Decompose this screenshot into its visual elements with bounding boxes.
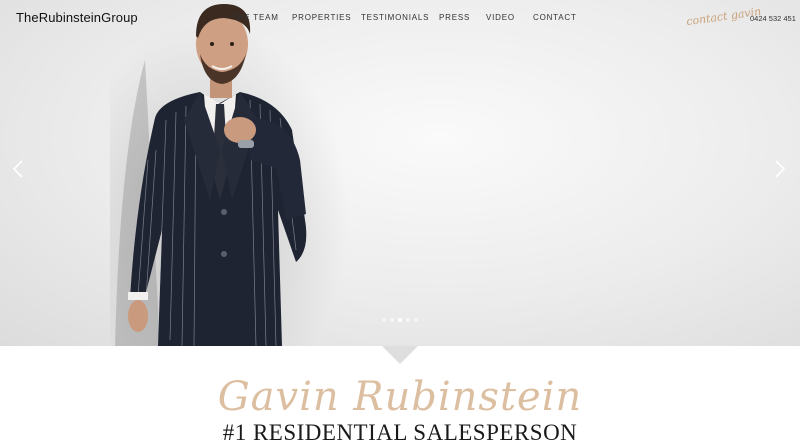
- hero-photo-man-in-suit: [115, 4, 307, 346]
- slider-pagination: [382, 318, 418, 322]
- site-logo[interactable]: TheRubinsteinGroup: [16, 10, 138, 25]
- phone-number[interactable]: 0424 532 451: [750, 14, 796, 23]
- signature-name: Gavin Rubinstein: [217, 374, 583, 420]
- nav-item-press[interactable]: PRESS: [439, 13, 486, 22]
- nav-item-the-team[interactable]: THE TEAM: [232, 13, 292, 22]
- site-header: TheRubinsteinGroup THE TEAM PROPERTIES T…: [0, 0, 800, 38]
- headline-title: #1 RESIDENTIAL SALESPERSON: [222, 420, 578, 445]
- slider-dot[interactable]: [398, 318, 402, 322]
- slider-dot[interactable]: [382, 318, 386, 322]
- slider-dot[interactable]: [414, 318, 418, 322]
- chevron-left-icon[interactable]: [12, 160, 24, 178]
- nav-item-properties[interactable]: PROPERTIES: [292, 13, 361, 22]
- nav-item-video[interactable]: VIDEO: [486, 13, 533, 22]
- slider-dot[interactable]: [406, 318, 410, 322]
- chevron-right-icon[interactable]: [774, 160, 786, 178]
- section-notch: [382, 346, 418, 364]
- nav-item-contact[interactable]: CONTACT: [533, 13, 583, 22]
- slider-dot[interactable]: [390, 318, 394, 322]
- hero-slider: [0, 0, 800, 346]
- main-nav: THE TEAM PROPERTIES TESTIMONIALS PRESS V…: [232, 13, 583, 22]
- nav-item-testimonials[interactable]: TESTIMONIALS: [361, 13, 439, 22]
